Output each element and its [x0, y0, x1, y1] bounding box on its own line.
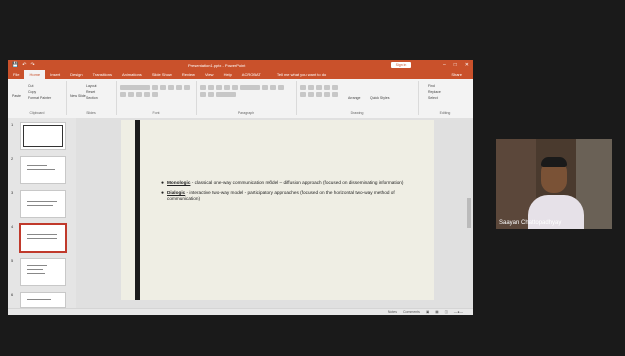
arrange-button[interactable]: Arrange [348, 95, 360, 101]
slide-editing-area[interactable]: ⬀ ● Monologic - classical one-way commun… [76, 118, 473, 308]
paragraph-controls[interactable] [200, 85, 290, 97]
window-title: Presentation1.pptx - PowerPoint [188, 63, 246, 68]
clipboard-label: Clipboard [29, 111, 45, 115]
slide-thumbnail[interactable] [20, 292, 66, 308]
tab-insert[interactable]: Insert [45, 72, 65, 77]
title-bar: 💾 ↶ ↷ Presentation1.pptx - PowerPoint Si… [8, 60, 473, 70]
tab-design[interactable]: Design [65, 72, 87, 77]
minimize-button[interactable]: – [443, 62, 446, 68]
new-slide-button[interactable]: New Slide [70, 93, 86, 99]
thumb-number: 1 [11, 122, 14, 127]
tell-me-search[interactable]: Tell me what you want to do [272, 72, 331, 77]
thumb-number: 3 [11, 190, 14, 195]
sign-in-button[interactable]: Sign in [391, 62, 411, 68]
normal-view-icon[interactable]: ▣ [426, 310, 429, 314]
paste-button[interactable]: Paste [12, 93, 21, 99]
close-button[interactable]: ✕ [465, 62, 469, 68]
slide-thumbnail[interactable] [20, 258, 66, 286]
window-controls: – □ ✕ [443, 62, 469, 68]
slide-accent-bar [135, 120, 140, 300]
comments-button[interactable]: Comments [403, 310, 420, 314]
paragraph-group: Paragraph [196, 81, 297, 115]
slide-thumbnail[interactable] [20, 122, 66, 150]
bullet-text: - interactive two-way model - participat… [167, 190, 395, 201]
sorter-view-icon[interactable]: ▦ [435, 310, 438, 314]
thumb-number: 6 [11, 292, 14, 297]
tab-help[interactable]: Help [219, 72, 237, 77]
thumb-number: 4 [11, 224, 14, 229]
quick-access-toolbar: 💾 ↶ ↷ [12, 62, 35, 68]
font-label: Font [152, 111, 160, 115]
bullet-item: ● Dialogic - interactive two-way model -… [161, 190, 416, 202]
reading-view-icon[interactable]: ◫ [445, 310, 448, 314]
tab-acrobat[interactable]: ACROBAT [237, 72, 266, 77]
slide-body-text[interactable]: ● Monologic - classical one-way communic… [161, 180, 416, 206]
vertical-scrollbar[interactable] [467, 118, 471, 308]
undo-icon[interactable]: ↶ [22, 62, 26, 68]
notes-button[interactable]: Notes [388, 310, 397, 314]
drawing-group: Arrange Quick Styles Drawing [296, 81, 419, 115]
editing-label: Editing [439, 111, 451, 115]
slide-thumbnail[interactable] [20, 156, 66, 184]
tab-home[interactable]: Home [24, 70, 46, 79]
zoom-slider[interactable]: —●— [454, 310, 463, 314]
participant-video-tile[interactable]: Saayan Chattopadhyay [496, 139, 612, 229]
editing-group: Find Replace Select Editing [418, 81, 472, 115]
tab-file[interactable]: File [8, 72, 24, 77]
font-group: Font [116, 81, 197, 115]
tab-animations[interactable]: Animations [117, 72, 147, 77]
paragraph-label: Paragraph [237, 111, 255, 115]
ribbon-home: Cut Copy Format Painter Paste Clipboard … [8, 79, 473, 119]
share-button[interactable]: Share [446, 72, 467, 77]
tab-view[interactable]: View [200, 72, 219, 77]
redo-icon[interactable]: ↷ [30, 62, 34, 68]
bullet-keyword: Monologic [167, 180, 191, 185]
powerpoint-window: 💾 ↶ ↷ Presentation1.pptx - PowerPoint Si… [8, 60, 473, 315]
save-icon[interactable]: 💾 [12, 62, 18, 68]
current-slide[interactable]: ⬀ ● Monologic - classical one-way commun… [121, 120, 434, 300]
bullet-keyword: Dialogic [167, 190, 186, 195]
format-painter-button[interactable]: Format Painter [28, 95, 51, 101]
tab-review[interactable]: Review [177, 72, 200, 77]
maximize-button[interactable]: □ [454, 62, 457, 68]
drawing-label: Drawing [350, 111, 364, 115]
slide-thumbnail[interactable] [20, 190, 66, 218]
slide-thumbnail-selected[interactable] [19, 223, 67, 253]
select-button[interactable]: Select [428, 95, 441, 101]
slides-group: Layout Reset Section New Slide Slides [66, 81, 117, 115]
bullet-item: ● Monologic - classical one-way communic… [161, 180, 416, 186]
shapes-gallery[interactable] [300, 85, 340, 97]
font-controls[interactable] [120, 85, 192, 97]
tab-transitions[interactable]: Transitions [88, 72, 117, 77]
status-bar: Notes Comments ▣ ▦ ◫ —●— [8, 308, 473, 315]
participant-name: Saayan Chattopadhyay [499, 220, 562, 226]
section-button[interactable]: Section [86, 95, 98, 101]
thumb-number: 5 [11, 258, 14, 263]
bullet-text: - classical one-way communication model … [190, 180, 404, 185]
clipboard-group: Cut Copy Format Painter Paste Clipboard [8, 81, 67, 115]
slides-label: Slides [86, 111, 96, 115]
ribbon-tabs: File Home Insert Design Transitions Anim… [8, 70, 473, 79]
slide-thumbnail-pane: 1 2 3 4 5 6 [8, 118, 76, 308]
thumb-number: 2 [11, 156, 14, 161]
tab-slide-show[interactable]: Slide Show [147, 72, 177, 77]
quick-styles-button[interactable]: Quick Styles [370, 95, 389, 101]
